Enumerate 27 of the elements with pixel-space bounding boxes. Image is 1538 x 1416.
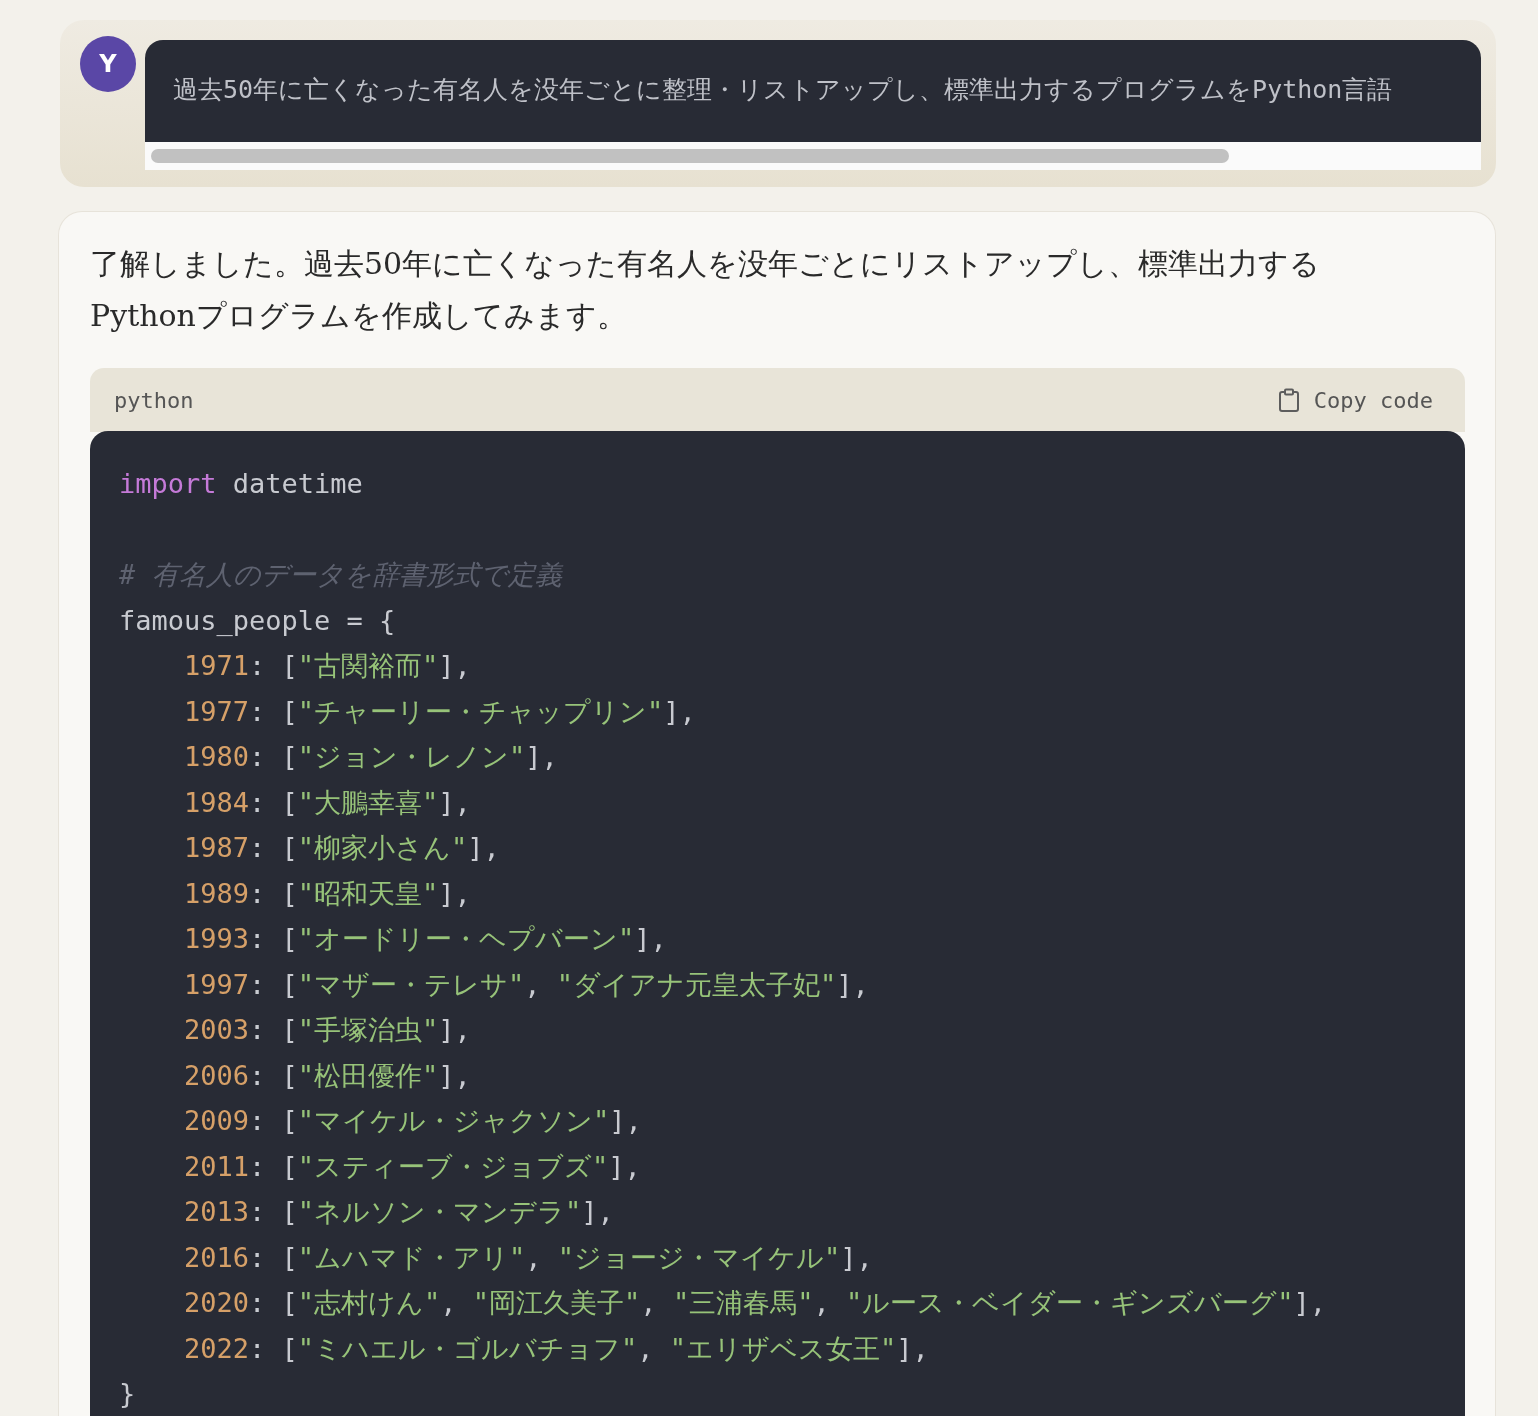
assistant-message-text: 了解しました。過去50年に亡くなった有名人を没年ごとにリストアップし、標準出力するPythonプログラムを作成してみます。 — [90, 245, 1322, 335]
code-line: # 有名人のデータを辞書形式で定義 — [119, 558, 565, 592]
code-language-label: python — [114, 387, 194, 413]
code-line: 2022: ["ミハエル・ゴルバチョフ", "エリザベス女王"], — [183, 1331, 930, 1366]
code-line: 2020: ["志村けん", "岡江久美子", "三浦春馬", "ルース・ベイダー・ギンズバーグ"], — [183, 1286, 1327, 1320]
code-line: 1997: ["マザー・テレサ", "ダイアナ元皇太子妃"], — [183, 967, 870, 1002]
code-line: 1980: ["ジョン・レノン"], — [183, 740, 559, 774]
code-line: 1987: ["柳家小さん"], — [183, 831, 501, 865]
code-line: 2016: ["ムハマド・アリ", "ジョージ・マイケル"], — [183, 1240, 874, 1275]
code-line: 1993: ["オードリー・ヘプバーン"], — [183, 922, 668, 956]
code-line: 2003: ["手塚治虫"], — [183, 1013, 472, 1047]
code-line: } — [119, 1377, 137, 1411]
horizontal-scrollbar[interactable] — [145, 142, 1481, 170]
code-line: 1989: ["昭和天皇"], — [183, 876, 472, 911]
clipboard-icon — [1277, 388, 1300, 412]
code-line: 1984: ["大鵬幸喜"], — [183, 785, 472, 820]
user-prompt-text: 過去50年に亡くなった有名人を没年ごとに整理・リストアップし、標準出力するプログラムをPython言語 — [145, 40, 1481, 142]
user-avatar: Y — [80, 36, 136, 92]
code-line: 1977: ["チャーリー・チャップリン"], — [183, 694, 697, 729]
code-line: 2013: ["ネルソン・マンデラ"], — [183, 1195, 615, 1229]
code-line: 2009: ["マイケル・ジャクソン"], — [183, 1104, 643, 1138]
code-line: famous_people = { — [119, 603, 397, 638]
code-line: 1971: ["古関裕而"], — [183, 649, 472, 683]
code-line: 2011: ["スティーブ・ジョブズ"], — [183, 1149, 642, 1184]
code-line: import datetime — [119, 467, 364, 501]
code-line: 2006: ["松田優作"], — [183, 1058, 472, 1093]
copy-code-button[interactable]: Copy code — [1277, 387, 1433, 413]
